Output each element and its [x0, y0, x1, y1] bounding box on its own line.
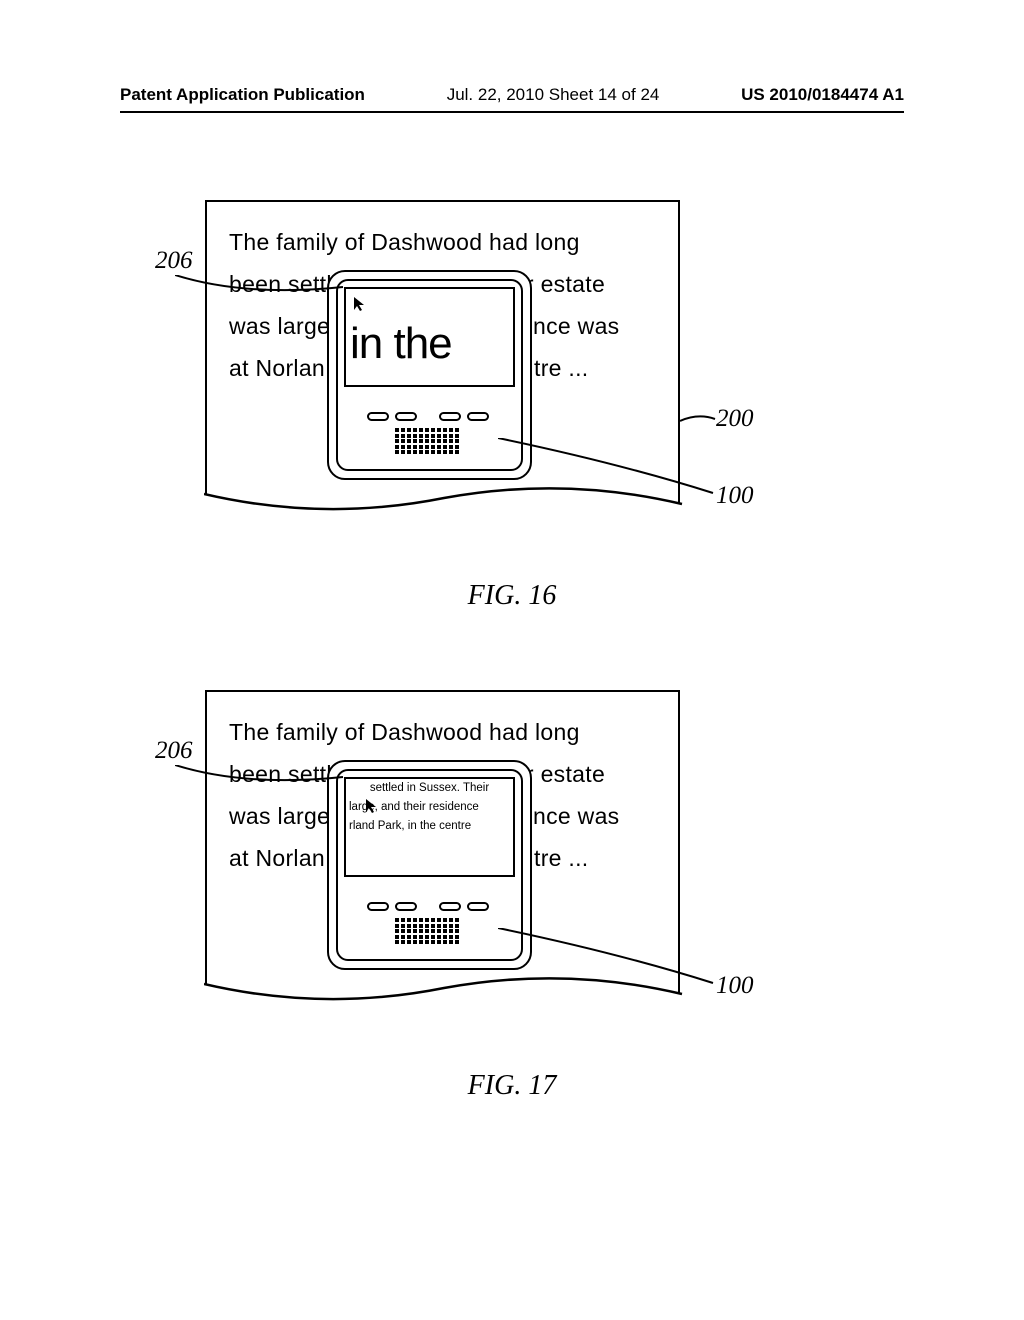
fig17-text-line3a: was large: [229, 796, 330, 837]
fig17-keypad: [395, 918, 459, 944]
fig17-label: FIG. 17: [468, 1070, 557, 1102]
fig17-text-line4b: tre ...: [534, 838, 589, 879]
pill-button: [439, 412, 461, 421]
lead-line-206-fig17: [175, 765, 345, 790]
fig16-text-line3a: was large: [229, 306, 330, 347]
fig16-text-line3b: nce was: [533, 306, 619, 347]
ref-206-fig17: 206: [155, 737, 193, 765]
fig17-small-line1: settled in Sussex. Their: [346, 779, 513, 798]
header-left: Patent Application Publication: [120, 85, 365, 105]
ref-100-fig16: 100: [716, 482, 754, 510]
cursor-icon: [352, 295, 370, 313]
ref-206-fig16: 206: [155, 247, 193, 275]
fig17-small-line3: rland Park, in the centre: [346, 817, 513, 836]
fig17-text-line1: The family of Dashwood had long: [229, 712, 580, 753]
lead-line-100-fig17: [498, 928, 718, 990]
pill-button: [395, 902, 417, 911]
pill-button: [439, 902, 461, 911]
fig16-magnified-text: in the: [346, 289, 513, 369]
fig16-buttons-left: [367, 412, 417, 421]
fig16-buttons-right: [439, 412, 489, 421]
fig17-buttons-left: [367, 902, 417, 911]
fig16-text-line4a: at Norlan: [229, 348, 325, 389]
fig17-device-screen: settled in Sussex. Their large, and thei…: [344, 777, 515, 877]
pill-button: [467, 902, 489, 911]
header-center: Jul. 22, 2010 Sheet 14 of 24: [447, 85, 660, 105]
pill-button: [367, 902, 389, 911]
pill-button: [395, 412, 417, 421]
fig17-buttons-right: [439, 902, 489, 911]
fig16-text-line4b: tre ...: [534, 348, 589, 389]
ref-100-fig17: 100: [716, 972, 754, 1000]
fig16-device-screen: in the: [344, 287, 515, 387]
fig16-label: FIG. 16: [468, 580, 557, 612]
fig16-keypad: [395, 428, 459, 454]
fig17-text-line3b: nce was: [533, 796, 619, 837]
fig16-text-line1: The family of Dashwood had long: [229, 222, 580, 263]
pill-button: [467, 412, 489, 421]
lead-line-206-fig16: [175, 275, 345, 300]
header-right: US 2010/0184474 A1: [741, 85, 904, 105]
lead-line-100-fig16: [498, 438, 718, 500]
page-header: Patent Application Publication Jul. 22, …: [120, 85, 904, 113]
lead-line-200-fig16: [680, 415, 716, 431]
ref-200-fig16: 200: [716, 405, 754, 433]
fig17-text-line4a: at Norlan: [229, 838, 325, 879]
pill-button: [367, 412, 389, 421]
cursor-icon: [364, 797, 382, 815]
